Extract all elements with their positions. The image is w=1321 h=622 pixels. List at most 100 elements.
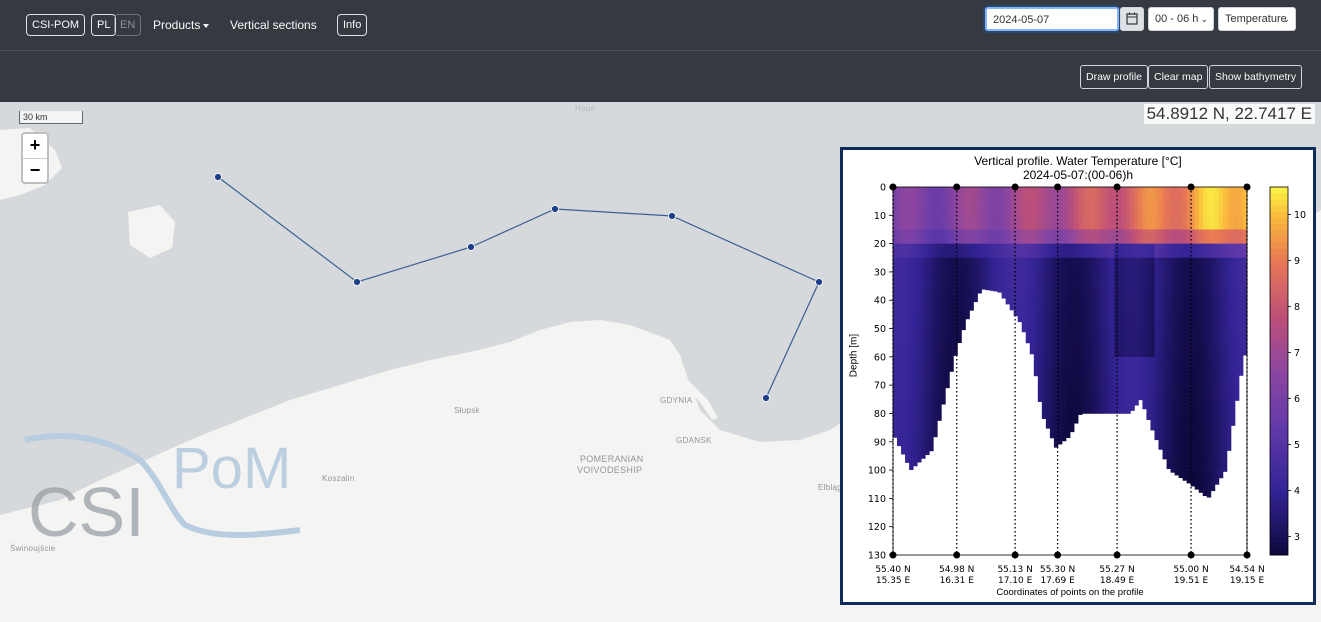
heatmap-cell <box>1049 300 1055 315</box>
heatmap-cell <box>917 427 922 443</box>
heatmap-cell <box>1206 187 1212 202</box>
heatmap-cell <box>1206 455 1212 471</box>
heatmap-cell <box>1130 385 1135 400</box>
heatmap-cell <box>1082 243 1087 259</box>
heatmap-cell <box>1186 342 1192 358</box>
heatmap-cell <box>921 271 926 287</box>
colorbar-segment <box>1270 309 1288 317</box>
zoom-in-button[interactable]: + <box>23 134 47 159</box>
heatmap-cell <box>1210 243 1216 259</box>
heatmap-cell <box>1094 356 1099 372</box>
heatmap-cell <box>1065 385 1071 400</box>
heatmap-cell <box>1226 441 1232 451</box>
colorbar-segment <box>1270 303 1288 311</box>
heatmap-cell <box>1234 286 1240 301</box>
heatmap-cell <box>1061 201 1067 216</box>
heatmap-cell <box>1110 328 1115 343</box>
heatmap-cell <box>913 385 918 400</box>
heatmap-cell <box>1150 187 1155 202</box>
show-bathymetry-button[interactable]: Show bathymetry <box>1209 65 1303 89</box>
heatmap-cell <box>901 427 906 443</box>
heatmap-cell <box>933 342 938 358</box>
heatmap-cell <box>1222 243 1228 259</box>
heatmap-cell <box>893 271 898 287</box>
heatmap-cell <box>1218 229 1224 244</box>
heatmap-cell <box>1134 201 1139 216</box>
heatmap-cell <box>1214 257 1220 273</box>
heatmap-cell <box>1226 286 1232 301</box>
heatmap-cell <box>1222 314 1228 329</box>
time-select[interactable]: 00 - 06 h ⌄ <box>1148 7 1214 31</box>
heatmap-cell <box>909 342 914 358</box>
heatmap-cell <box>1005 215 1011 230</box>
heatmap-cell <box>1158 201 1163 216</box>
heatmap-cell <box>1138 356 1143 372</box>
heatmap-cell <box>977 286 982 294</box>
heatmap-cell <box>1065 413 1071 428</box>
heatmap-cell <box>1186 271 1192 287</box>
heatmap-cell <box>909 243 914 259</box>
heatmap-cell <box>1130 243 1135 259</box>
heatmap-cell <box>1178 342 1184 358</box>
heatmap-cell <box>1061 371 1067 386</box>
brand-button[interactable]: CSI-POM <box>26 14 86 36</box>
heatmap-cell <box>1150 328 1155 343</box>
calendar-button[interactable] <box>1120 7 1144 31</box>
heatmap-cell <box>945 300 950 315</box>
heatmap-cell <box>997 271 1003 287</box>
lang-en-button[interactable]: EN <box>114 14 142 36</box>
zoom-out-button[interactable]: − <box>23 159 47 183</box>
heatmap-cell <box>1098 215 1103 230</box>
heatmap-cell <box>1182 187 1188 202</box>
heatmap-cell <box>1166 328 1171 343</box>
heatmap-cell <box>1041 300 1047 315</box>
info-button[interactable]: Info <box>337 14 368 36</box>
heatmap-cell <box>1106 399 1111 414</box>
heatmap-cell <box>1162 328 1167 343</box>
heatmap-cell <box>1001 243 1007 259</box>
colorbar-tick-label: 4 <box>1294 486 1300 497</box>
products-menu[interactable]: Products <box>153 15 210 35</box>
heatmap-cell <box>1174 470 1180 476</box>
heatmap-cell <box>1086 243 1091 259</box>
parameter-select[interactable]: Temperature ⌄ <box>1218 7 1296 31</box>
clear-map-button[interactable]: Clear map <box>1148 65 1209 89</box>
heatmap-cell <box>1126 399 1131 414</box>
heatmap-cell <box>961 271 966 287</box>
heatmap-cell <box>1162 257 1167 273</box>
heatmap-cell <box>1222 455 1228 471</box>
heatmap-cell <box>941 399 946 405</box>
lang-pl-button[interactable]: PL <box>91 14 117 36</box>
vertical-sections-link[interactable]: Vertical sections <box>230 15 317 35</box>
x-tick-label-lon: 17.69 E <box>1040 576 1075 586</box>
heatmap-cell <box>925 300 930 315</box>
draw-profile-button[interactable]: Draw profile <box>1080 65 1149 89</box>
heatmap-cell <box>1033 328 1039 343</box>
heatmap-cell <box>1110 314 1115 329</box>
heatmap-cell <box>1198 371 1204 386</box>
heatmap-cell <box>1214 229 1220 244</box>
heatmap-cell <box>1001 187 1007 202</box>
heatmap-cell <box>1070 229 1075 244</box>
heatmap-cell <box>905 314 910 329</box>
date-input[interactable]: 2024-05-07 <box>985 7 1119 31</box>
heatmap-cell <box>1021 286 1027 301</box>
heatmap-cell <box>1238 187 1244 202</box>
heatmap-cell <box>1134 243 1139 259</box>
heatmap-cell <box>1045 356 1051 372</box>
heatmap-cell <box>1222 441 1228 457</box>
heatmap-cell <box>1078 286 1083 301</box>
heatmap-cell <box>965 314 970 320</box>
heatmap-cell <box>1086 215 1091 230</box>
heatmap-cell <box>905 385 910 400</box>
heatmap-cell <box>1094 385 1099 400</box>
profile-point-marker <box>1054 551 1062 559</box>
heatmap-cell <box>1009 257 1015 273</box>
heatmap-cell <box>905 300 910 315</box>
heatmap-cell <box>981 286 986 290</box>
heatmap-cell <box>1218 413 1224 428</box>
heatmap-cell <box>969 201 974 216</box>
heatmap-cell <box>1174 187 1180 202</box>
heatmap-cell <box>1174 356 1180 372</box>
heatmap-cell <box>1186 385 1192 400</box>
